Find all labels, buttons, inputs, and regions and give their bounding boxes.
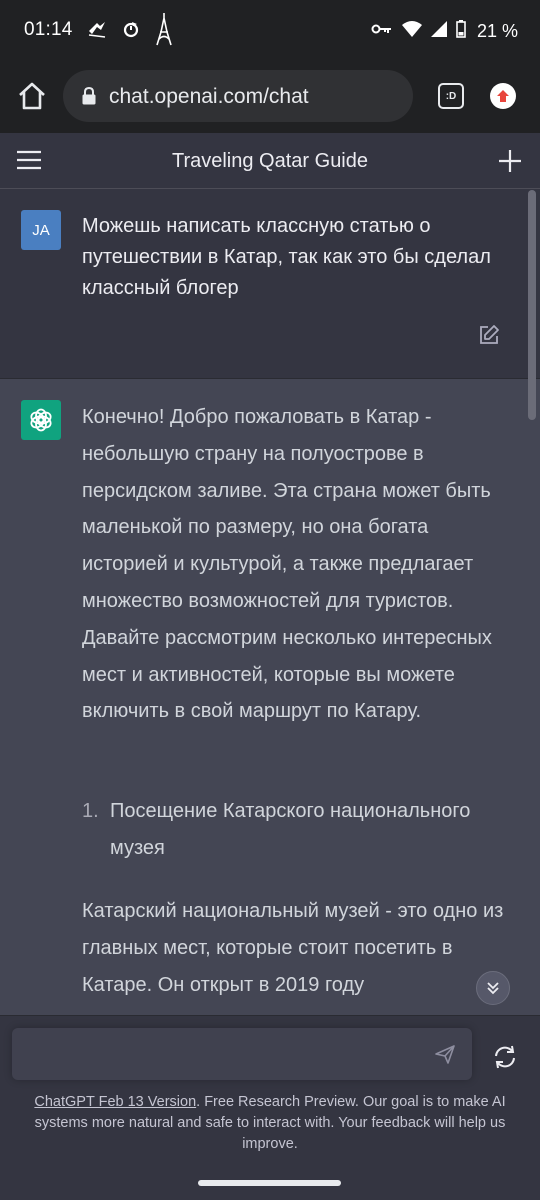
extension-button[interactable] xyxy=(490,83,516,109)
home-button[interactable] xyxy=(16,80,48,112)
list-item-text: Посещение Катарского национального музея xyxy=(110,800,471,859)
chat-header: Traveling Qatar Guide xyxy=(0,133,540,189)
home-icon xyxy=(19,82,45,110)
send-button[interactable] xyxy=(434,1043,456,1065)
assistant-message: Конечно! Добро пожаловать в Катар - небо… xyxy=(0,379,540,1015)
user-avatar: JA xyxy=(21,210,61,250)
edit-message-button[interactable] xyxy=(478,324,500,346)
regenerate-button[interactable] xyxy=(492,1044,518,1070)
battery-percent: 21 % xyxy=(476,20,518,41)
scroll-down-button[interactable] xyxy=(476,971,510,1005)
signal-icon xyxy=(430,20,447,42)
url-bar[interactable]: chat.openai.com/chat xyxy=(63,70,413,122)
user-message-text: Можешь написать классную статью о путеше… xyxy=(82,215,491,299)
status-icons-left xyxy=(86,12,174,51)
battery-icon xyxy=(456,19,466,43)
send-icon xyxy=(435,1045,455,1064)
footer-disclaimer: ChatGPT Feb 13 Version. Free Research Pr… xyxy=(14,1092,526,1155)
new-chat-button[interactable] xyxy=(498,149,522,173)
wifi-icon xyxy=(401,20,422,42)
tabs-button[interactable]: :D xyxy=(438,83,464,109)
url-text: chat.openai.com/chat xyxy=(109,85,309,108)
status-icons-right: 21 % xyxy=(371,14,518,48)
status-bar: 01:14 21 % xyxy=(0,0,540,60)
openai-logo-icon xyxy=(21,400,61,440)
tiktok-icon xyxy=(86,18,108,45)
gesture-nav-bar[interactable] xyxy=(198,1180,341,1186)
lock-icon xyxy=(81,86,97,106)
eiffel-tower-icon xyxy=(154,12,174,51)
edit-icon xyxy=(480,325,499,344)
list-item-number: 1. xyxy=(82,800,99,822)
browser-toolbar: chat.openai.com/chat :D xyxy=(0,60,540,133)
version-link[interactable]: ChatGPT Feb 13 Version xyxy=(34,1094,196,1110)
assistant-paragraph-1: Конечно! Добро пожаловать в Катар - небо… xyxy=(82,406,492,723)
input-area: ChatGPT Feb 13 Version. Free Research Pr… xyxy=(0,1015,540,1200)
user-message: JA Можешь написать классную статью о пут… xyxy=(0,189,540,379)
double-chevron-down-icon xyxy=(487,982,499,995)
chat-title: Traveling Qatar Guide xyxy=(171,150,368,172)
assistant-paragraph-2: Катарский национальный музей - это одно … xyxy=(82,900,504,996)
refresh-icon xyxy=(122,20,140,43)
arrow-up-icon xyxy=(497,90,509,102)
scrollbar[interactable] xyxy=(528,190,536,420)
plus-icon xyxy=(499,150,521,172)
key-icon xyxy=(371,22,393,41)
message-input[interactable] xyxy=(12,1028,472,1080)
regenerate-icon xyxy=(495,1045,515,1069)
status-time: 01:14 xyxy=(24,19,73,40)
